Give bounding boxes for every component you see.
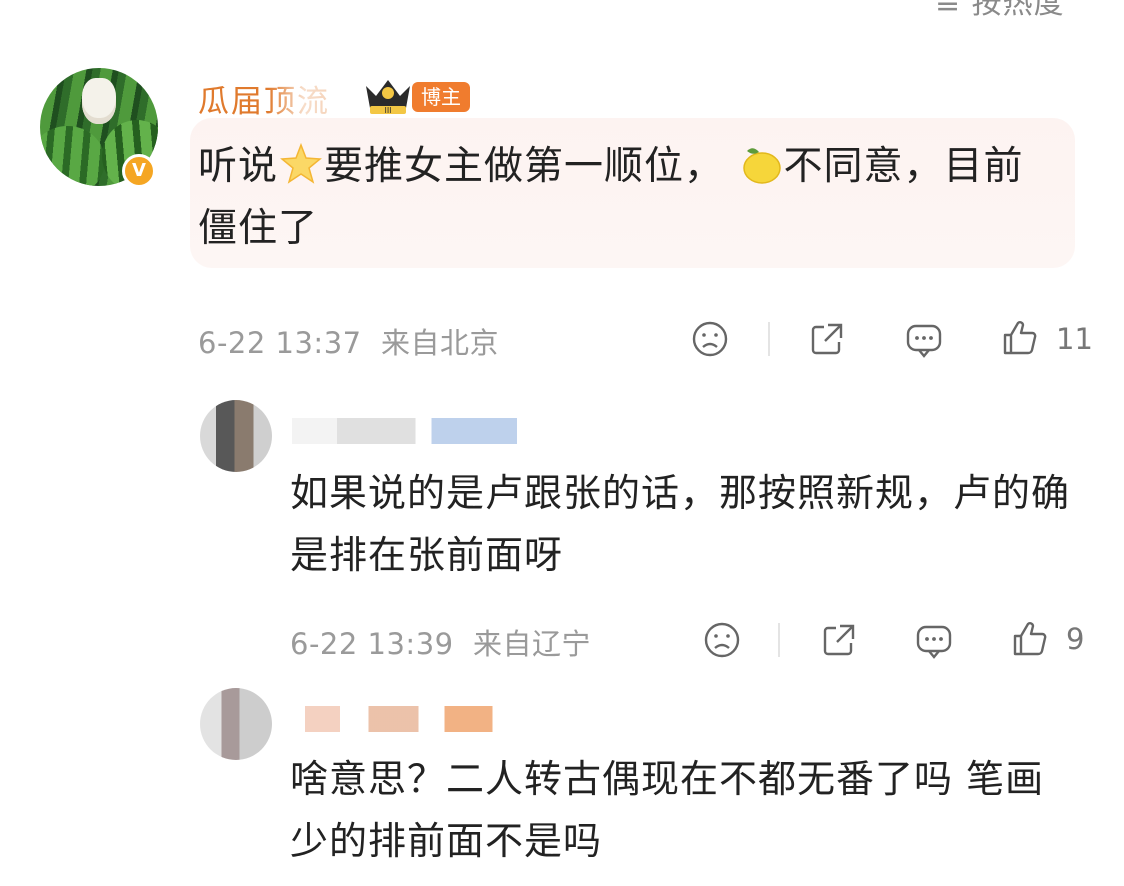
share-icon[interactable] <box>818 620 858 660</box>
comment-icon[interactable] <box>914 621 954 661</box>
sort-by-hot-button[interactable]: ≡ 按热度 <box>935 0 1065 22</box>
comment-text-part: 听说 <box>198 144 279 189</box>
thumbs-up-icon[interactable] <box>1010 619 1050 659</box>
thumbs-up-icon[interactable] <box>1000 318 1040 358</box>
username-blur <box>268 80 358 114</box>
reply-timestamp: 6-22 13:39 来自辽宁 <box>290 621 591 663</box>
crown-icon: III <box>366 80 410 115</box>
author-badge: 博主 <box>412 82 470 112</box>
comment-icon[interactable] <box>904 320 944 360</box>
sad-face-icon[interactable] <box>702 620 742 660</box>
timestamp: 6-22 13:39 <box>290 627 454 661</box>
reply-avatar[interactable] <box>200 400 272 472</box>
animal-image <box>82 78 116 124</box>
divider <box>778 623 780 657</box>
sad-face-icon[interactable] <box>690 319 730 359</box>
location: 来自北京 <box>381 326 500 360</box>
comment-text-part: 要推女主做第一顺位， <box>324 144 725 189</box>
star-emoji-icon <box>280 142 322 184</box>
lemon-emoji-icon <box>743 148 782 184</box>
comment-timestamp: 6-22 13:37 来自北京 <box>198 320 499 362</box>
watermelon-image <box>40 126 105 186</box>
reply-text: 如果说的是卢跟张的话，那按照新规，卢的确是排在张前面呀 <box>290 471 1071 577</box>
like-count: 9 <box>1066 622 1085 656</box>
reply-username-blur <box>292 706 510 732</box>
location: 来自辽宁 <box>473 627 592 661</box>
reply-text: 啥意思？二人转古偶现在不都无番了吗 笔画少的排前面不是吗 <box>290 757 1045 863</box>
timestamp: 6-22 13:37 <box>198 326 362 360</box>
share-icon[interactable] <box>806 319 846 359</box>
comment-text: 听说 要推女主做第一顺位， 不同意，目前僵住了 <box>198 136 1058 260</box>
like-count: 11 <box>1056 322 1093 356</box>
verified-badge-icon: V <box>122 154 156 188</box>
reply-username-blur <box>292 418 517 444</box>
reply-avatar[interactable] <box>200 688 272 760</box>
crown-level: III <box>384 106 391 115</box>
divider <box>768 322 770 356</box>
